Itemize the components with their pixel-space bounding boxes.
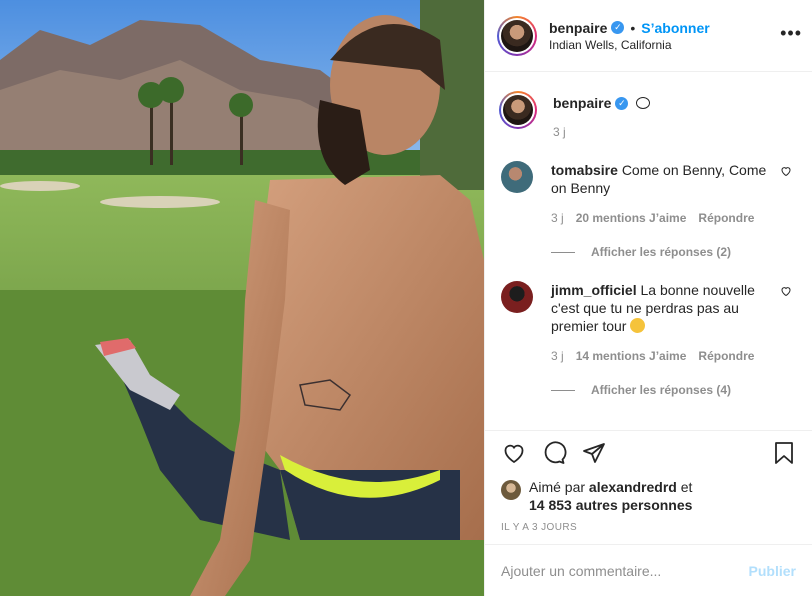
author-username[interactable]: benpaire (549, 20, 607, 36)
like-heart-icon[interactable] (501, 441, 527, 465)
comment-heart-icon[interactable] (780, 285, 792, 297)
post-timestamp[interactable]: IL Y A 3 JOURS (501, 522, 577, 533)
view-replies-button[interactable]: Afficher les réponses (4) (551, 383, 771, 397)
post-location[interactable]: Indian Wells, California (549, 38, 710, 52)
verified-icon: ✓ (611, 21, 625, 34)
comment-time[interactable]: 3 j (551, 211, 564, 225)
comment-likes[interactable]: 20 mentions J’aime (576, 211, 687, 225)
post-image (0, 0, 484, 596)
share-paper-plane-icon[interactable] (581, 441, 607, 465)
add-comment-bar: Publier (485, 544, 812, 596)
add-comment-input[interactable] (501, 562, 749, 579)
author-avatar[interactable] (497, 15, 537, 56)
comments-list[interactable]: benpaire ✓ 3 j tomabsire Come on Benny, … (485, 73, 812, 430)
reply-button[interactable]: Répondre (698, 211, 754, 225)
post-photo[interactable] (0, 0, 484, 596)
caption-username[interactable]: benpaire (553, 95, 611, 111)
more-options-icon[interactable]: ••• (780, 24, 802, 42)
speech-bubble-icon (636, 97, 651, 109)
comment-avatar[interactable] (501, 281, 533, 313)
reply-button[interactable]: Répondre (698, 349, 754, 363)
comment-username[interactable]: tomabsire (551, 162, 618, 178)
post-side-panel: benpaire ✓ • S’abonner Indian Wells, Cal… (484, 0, 812, 596)
post-actions-bar (485, 430, 812, 474)
view-replies-button[interactable]: Afficher les réponses (2) (551, 245, 771, 259)
caption: benpaire ✓ 3 j (499, 73, 796, 139)
comment-bubble-icon[interactable] (541, 440, 567, 465)
caption-avatar[interactable] (499, 91, 537, 129)
verified-icon: ✓ (615, 96, 629, 110)
comment-item: tomabsire Come on Benny, Come on Benny 3… (499, 161, 796, 259)
smiley-emoji-icon (630, 318, 646, 333)
comment-username[interactable]: jimm_officiel (551, 282, 637, 298)
dot-separator: • (630, 19, 636, 36)
liker-username[interactable]: alexandredrd (589, 479, 677, 495)
comment-heart-icon[interactable] (780, 165, 792, 177)
save-bookmark-icon[interactable] (772, 440, 796, 466)
comment-item: jimm_officiel La bonne nouvelle c'est qu… (499, 281, 796, 397)
likes-summary: Aimé par alexandredrd et 14 853 autres p… (501, 478, 692, 514)
post-header: benpaire ✓ • S’abonner Indian Wells, Cal… (485, 0, 812, 72)
comment-time[interactable]: 3 j (551, 349, 564, 363)
liker-avatar[interactable] (501, 480, 521, 500)
comment-avatar[interactable] (501, 161, 533, 193)
publish-button[interactable]: Publier (749, 563, 796, 579)
follow-button[interactable]: S’abonner (641, 20, 709, 36)
other-likers-link[interactable]: 14 853 autres personnes (529, 497, 692, 513)
comment-likes[interactable]: 14 mentions J’aime (576, 349, 687, 363)
caption-time: 3 j (553, 125, 566, 139)
